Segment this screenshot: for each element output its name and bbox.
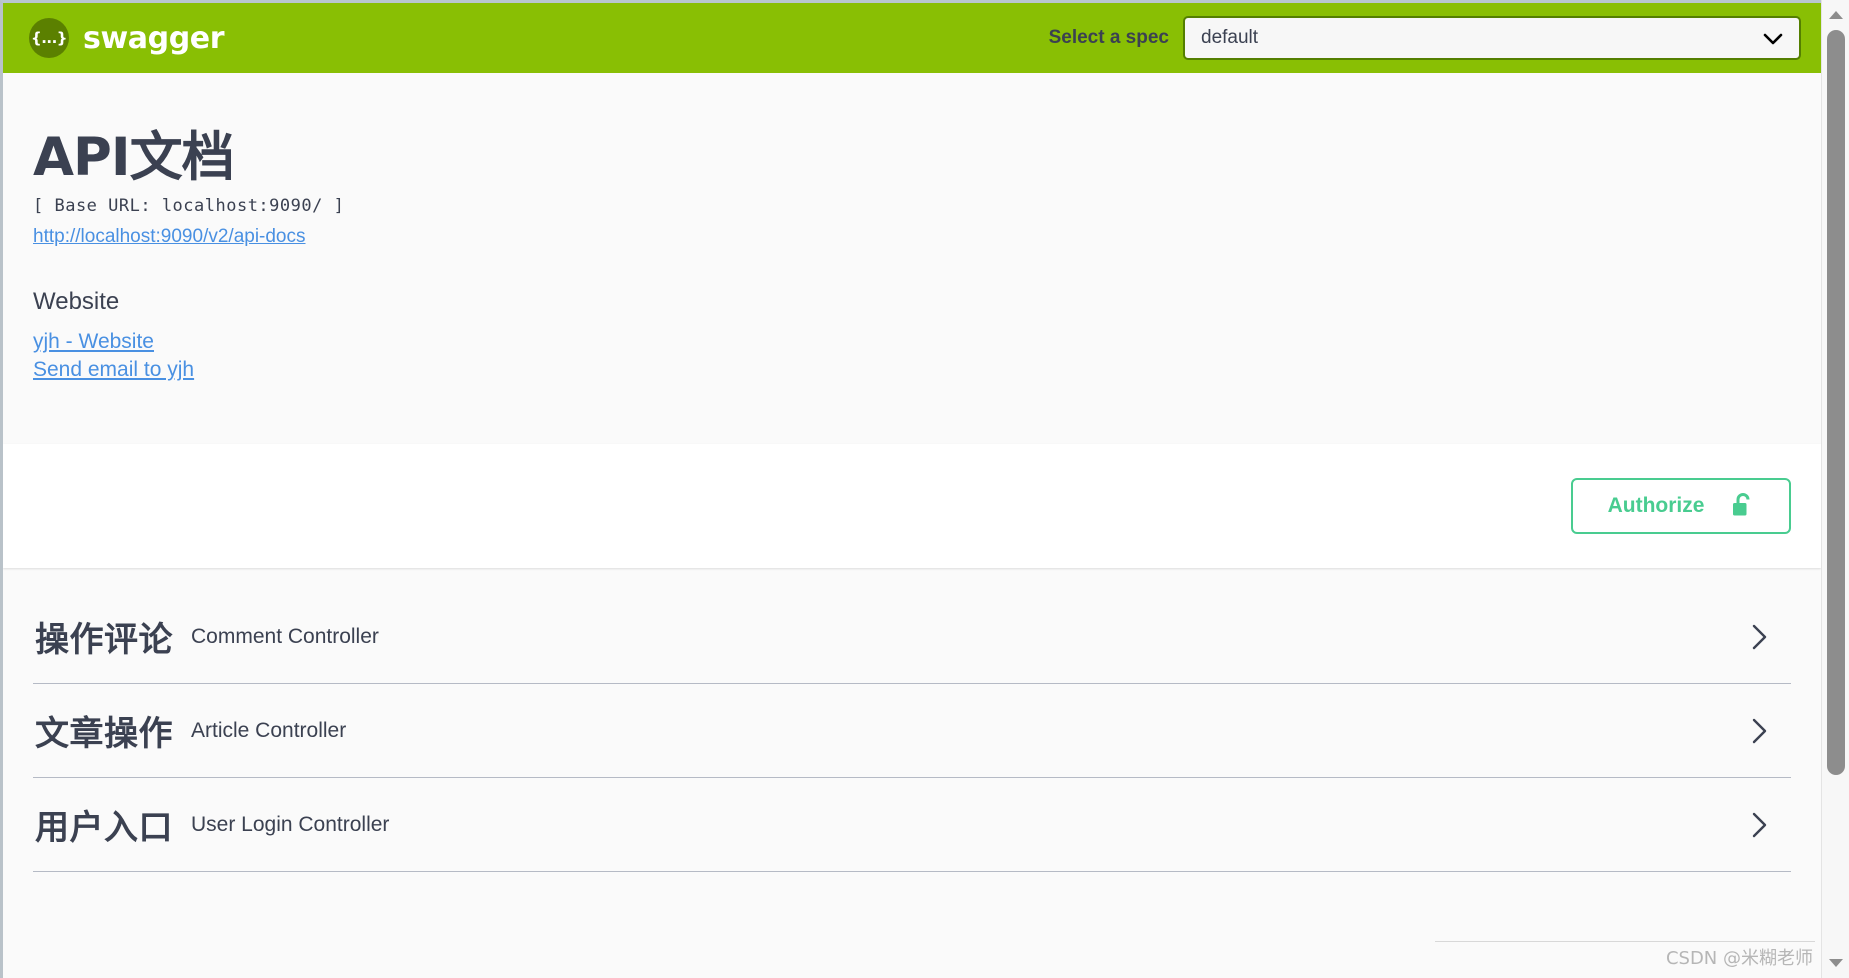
operation-tags: 操作评论 Comment Controller 文章操作 Article Con… [3,590,1821,873]
api-info-block: API文档 [ Base URL: localhost:9090/ ] http… [3,73,1821,445]
chevron-right-icon[interactable] [1749,808,1771,842]
page-content: {...} swagger Select a spec default API文… [3,3,1821,873]
scroll-down-arrow-icon[interactable] [1822,952,1849,974]
tag-description: Comment Controller [191,624,379,648]
page-title: API文档 [33,127,235,188]
chevron-right-icon[interactable] [1749,714,1771,748]
table-row[interactable]: 操作评论 Comment Controller [33,590,1791,685]
contact-website-link[interactable]: yjh - Website [33,328,1791,356]
tag-description: Article Controller [191,718,347,742]
tag-name: 操作评论 [35,620,173,661]
topbar: {...} swagger Select a spec default [3,3,1821,73]
table-row[interactable]: 用户入口 User Login Controller [33,778,1791,873]
tag-description: User Login Controller [191,812,390,836]
swagger-logo[interactable]: {...} swagger [29,18,225,58]
watermark-rule [1435,941,1815,942]
website-section-title: Website [33,287,120,315]
table-row[interactable]: 文章操作 Article Controller [33,684,1791,779]
vertical-scrollbar[interactable] [1821,0,1849,978]
authorize-bar: Authorize [3,444,1821,569]
authorize-button[interactable]: Authorize [1571,478,1791,535]
spec-select-value: default [1201,27,1259,48]
base-url: [ Base URL: localhost:9090/ ] [33,195,345,216]
swagger-braces-icon: {...} [29,18,69,58]
unlocked-padlock-icon [1730,492,1754,520]
swagger-logo-text: swagger [83,20,225,56]
api-docs-link[interactable]: http://localhost:9090/v2/api-docs [33,226,306,248]
swagger-ui-page: {...} swagger Select a spec default API文… [0,0,1849,978]
spec-selector-area: Select a spec default [1049,16,1801,60]
tag-name: 文章操作 [35,714,173,755]
scroll-up-arrow-icon[interactable] [1822,4,1849,26]
authorize-button-label: Authorize [1607,494,1705,518]
chevron-right-icon[interactable] [1749,620,1771,654]
scrollbar-thumb[interactable] [1827,30,1845,775]
spec-selector-label: Select a spec [1048,27,1169,48]
spec-select[interactable]: default [1183,16,1801,60]
page-viewport: {...} swagger Select a spec default API文… [0,0,1821,978]
tag-name: 用户入口 [35,808,173,849]
contact-email-link[interactable]: Send email to yjh [33,356,1791,384]
chevron-down-icon [1763,32,1783,45]
contact-links: yjh - Website Send email to yjh [33,328,1791,385]
